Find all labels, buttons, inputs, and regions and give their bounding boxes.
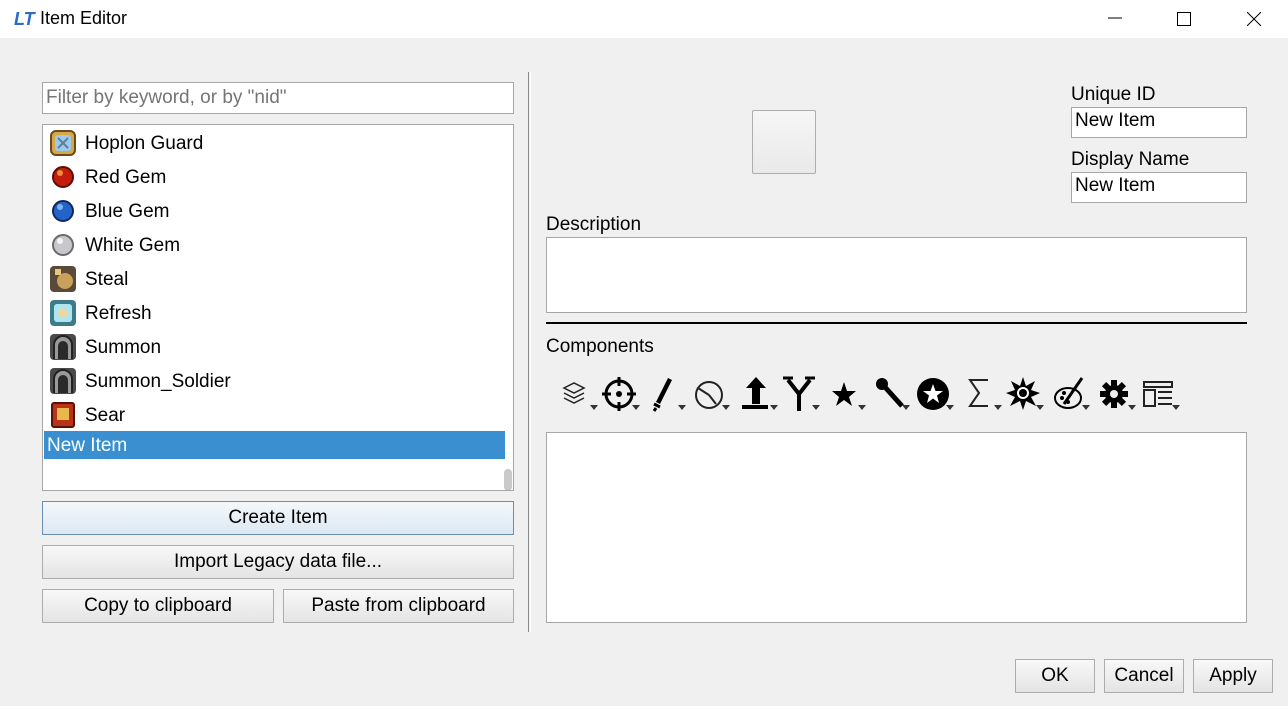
copy-to-clipboard-button[interactable]: Copy to clipboard — [42, 589, 274, 623]
title-bar: LT Item Editor — [0, 0, 1288, 38]
import-legacy-button[interactable]: Import Legacy data file... — [42, 545, 514, 579]
dropdown-caret-icon — [858, 405, 866, 410]
item-list[interactable]: Hoplon Guard Red Gem Blue Gem White Gem … — [42, 124, 514, 491]
minimize-icon — [1108, 17, 1122, 19]
list-scrollbar-thumb[interactable] — [504, 469, 512, 490]
summon-icon — [50, 334, 76, 360]
minimize-button[interactable] — [1092, 0, 1138, 38]
dropdown-caret-icon — [678, 405, 686, 410]
uses-button[interactable] — [690, 374, 732, 414]
filter-input[interactable] — [42, 82, 514, 114]
window-title: Item Editor — [40, 8, 128, 28]
dropdown-caret-icon — [770, 405, 778, 410]
display-name-field[interactable]: New Item — [1071, 172, 1247, 203]
extra-button[interactable] — [780, 374, 822, 414]
layout-button[interactable] — [1140, 374, 1182, 414]
list-item-label: New Item — [47, 435, 128, 456]
list-item[interactable]: Refresh — [44, 297, 504, 331]
white-gem-icon — [52, 234, 74, 256]
cancel-button[interactable]: Cancel — [1104, 659, 1184, 693]
list-item-label: Refresh — [85, 303, 152, 324]
targeting-button[interactable] — [600, 374, 642, 414]
dropdown-caret-icon — [1082, 405, 1090, 410]
list-item[interactable]: White Gem — [44, 229, 504, 263]
effects-button[interactable] — [1004, 374, 1046, 414]
list-item[interactable]: Summon_Soldier — [44, 365, 504, 399]
panel-splitter[interactable] — [528, 72, 531, 632]
unique-id-field[interactable]: New Item — [1071, 107, 1247, 138]
list-item-label: Steal — [85, 269, 129, 290]
weapon-button[interactable] — [646, 374, 688, 414]
refresh-icon — [50, 300, 76, 326]
app-logo-icon: LT — [14, 9, 36, 29]
create-item-button[interactable]: Create Item — [42, 501, 514, 535]
dropdown-caret-icon — [946, 405, 954, 410]
list-item-label: Blue Gem — [85, 201, 170, 222]
red-gem-icon — [52, 166, 74, 188]
formula-button[interactable] — [962, 374, 1004, 414]
list-item-label: Summon_Soldier — [85, 371, 231, 392]
list-item-label: Red Gem — [85, 167, 167, 188]
tome-icon — [51, 402, 75, 428]
paste-from-clipboard-button[interactable]: Paste from clipboard — [283, 589, 514, 623]
svg-text:LT: LT — [14, 9, 36, 29]
settings-button[interactable] — [1096, 374, 1138, 414]
utility-button[interactable] — [870, 374, 912, 414]
list-item[interactable]: Summon — [44, 331, 504, 365]
special-button[interactable] — [826, 374, 868, 414]
dropdown-caret-icon — [590, 405, 598, 410]
dropdown-caret-icon — [812, 405, 820, 410]
list-item-label: Hoplon Guard — [85, 133, 204, 154]
unique-id-label: Unique ID — [1071, 84, 1156, 105]
advanced-button[interactable] — [914, 374, 956, 414]
dropdown-caret-icon — [632, 405, 640, 410]
display-name-label: Display Name — [1071, 149, 1190, 170]
ok-button[interactable]: OK — [1015, 659, 1095, 693]
apply-button[interactable]: Apply — [1193, 659, 1273, 693]
summon-soldier-icon — [50, 368, 76, 394]
description-label: Description — [546, 214, 642, 235]
list-item-label: Summon — [85, 337, 162, 358]
list-item-selected[interactable]: New Item — [44, 431, 505, 459]
dropdown-caret-icon — [994, 405, 1002, 410]
dropdown-caret-icon — [1172, 405, 1180, 410]
maximize-icon — [1177, 12, 1191, 26]
blue-gem-icon — [52, 200, 74, 222]
dropdown-caret-icon — [1128, 405, 1136, 410]
list-item[interactable]: Red Gem — [44, 161, 504, 195]
exp-button[interactable] — [738, 374, 780, 414]
close-icon — [1247, 12, 1261, 26]
list-item[interactable]: Steal — [44, 263, 504, 297]
dropdown-caret-icon — [902, 405, 910, 410]
layers-button[interactable] — [558, 374, 600, 414]
description-field[interactable] — [546, 237, 1247, 313]
aesthetic-button[interactable] — [1050, 374, 1092, 414]
list-item-label: White Gem — [85, 235, 181, 256]
list-item-label: Sear — [85, 405, 126, 426]
maximize-button[interactable] — [1161, 0, 1207, 38]
dropdown-caret-icon — [1036, 405, 1044, 410]
dropdown-caret-icon — [722, 405, 730, 410]
item-icon-button[interactable] — [752, 110, 816, 174]
components-label: Components — [546, 336, 654, 357]
shield-icon — [50, 130, 76, 156]
close-button[interactable] — [1231, 0, 1277, 38]
section-divider — [546, 322, 1247, 324]
list-item[interactable]: Sear — [44, 399, 504, 433]
components-list[interactable] — [546, 432, 1247, 623]
list-item[interactable]: Blue Gem — [44, 195, 504, 229]
list-item[interactable]: Hoplon Guard — [44, 127, 504, 161]
steal-icon — [50, 266, 76, 292]
